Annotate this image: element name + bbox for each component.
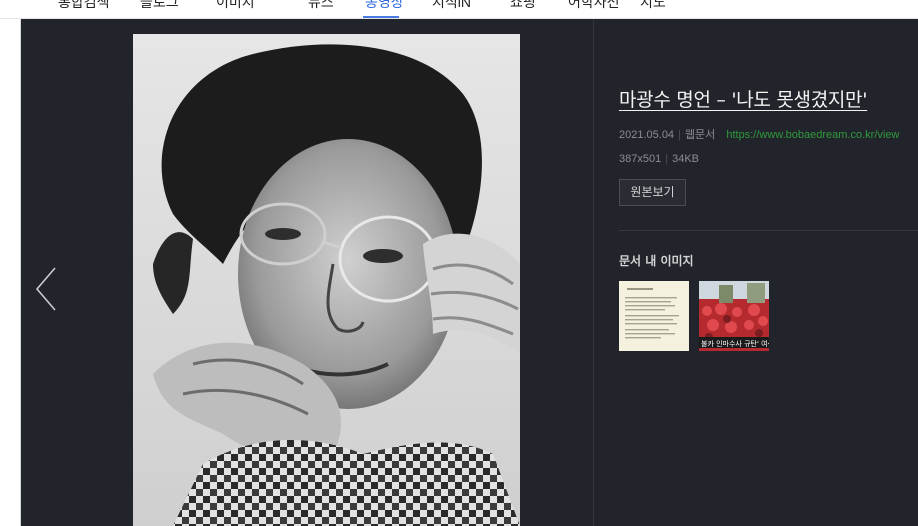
post-date: 2021.05.04 [619,129,675,141]
tab-blog[interactable]: 블로그 [140,0,179,11]
separator [719,129,722,141]
tab-active[interactable]: 동영상 [365,0,404,11]
page-left-edge [0,19,21,526]
source-url-link[interactable]: https://www.bobaedream.co.kr/view [726,129,899,141]
tab-all[interactable]: 통합검색 [58,0,110,11]
view-original-button[interactable]: 원본보기 [619,179,686,206]
tab-shopping[interactable]: 쇼핑 [510,0,536,11]
chevron-left-icon [35,267,56,311]
image-stage [21,19,593,526]
previous-image-button[interactable] [31,264,65,314]
image-filesize: 34KB [672,153,699,165]
document-image-thumbnail[interactable]: 불카 인마수사 규탄' 여성 도심 [699,281,769,351]
portrait-photo [133,34,520,526]
text-document-thumbnail [619,281,689,351]
document-title-link[interactable]: 마광수 명언 – '나도 못생겼지만' [619,85,867,112]
meta-source-line: 2021.05.04 | 웹문서 https://www.bobaedream.co… [619,126,899,142]
image-info-panel: 마광수 명언 – '나도 못생겼지만' 2021.05.04 | 웹문서 https… [619,19,918,526]
main-image[interactable] [133,34,520,526]
image-viewer: 마광수 명언 – '나도 못생겼지만' 2021.05.04 | 웹문서 https… [21,19,918,526]
separator: | [678,129,681,141]
thumbnail-caption: 불카 인마수사 규탄' 여성 도심 [701,339,769,348]
tab-image-prev[interactable]: 이미지 [216,0,255,11]
document-image-thumbnail[interactable] [619,281,689,351]
protest-photo-thumbnail: 불카 인마수사 규탄' 여성 도심 [699,281,769,351]
tab-dictionary[interactable]: 어학사전 [568,0,620,11]
tab-kin[interactable]: 지식iN [432,0,471,11]
image-dimensions: 387x501 [619,153,662,165]
panel-divider [593,19,594,526]
section-divider [619,230,918,231]
tab-map[interactable]: 지도 [640,0,666,11]
separator: | [665,153,669,165]
document-images-heading: 문서 내 이미지 [619,254,694,268]
source-type: 웹문서 [684,129,716,141]
tab-news[interactable]: 뉴스 [308,0,334,11]
meta-size-line: 387x501 | 34KB [619,153,699,165]
search-tabs-bar: 통합검색 블로그 이미지 뉴스 동영상 지식iN 쇼핑 어학사전 지도 [0,0,918,19]
